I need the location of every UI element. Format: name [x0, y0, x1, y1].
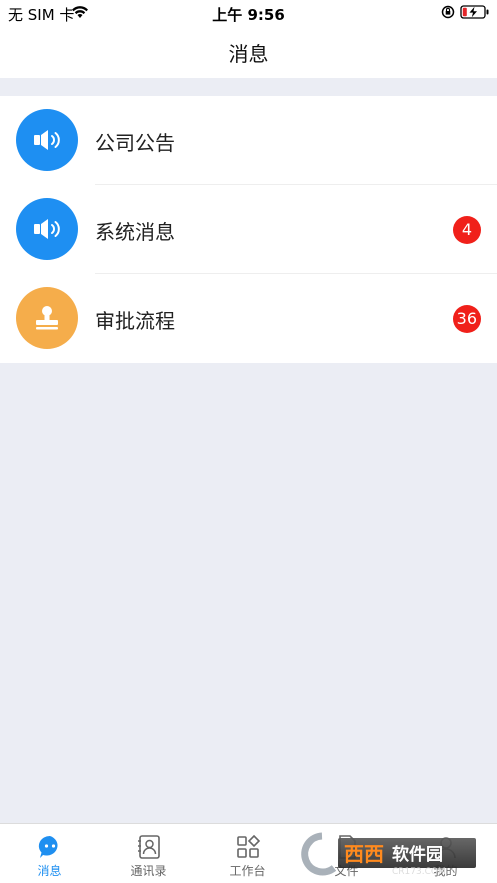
speaker-icon [16, 109, 78, 171]
tab-label: 通讯录 [130, 864, 167, 878]
contacts-icon [136, 834, 162, 860]
tab-workbench[interactable]: 工作台 [198, 824, 297, 883]
page-title: 消息 [228, 42, 269, 66]
message-list: 公司公告 系统消息 4 审批流程 36 [0, 96, 497, 363]
tab-contacts[interactable]: 通讯录 [99, 824, 198, 883]
battery-charging-icon [460, 5, 490, 23]
clock: 上午 9:56 [212, 6, 285, 24]
list-item-company-announcement[interactable]: 公司公告 [0, 96, 497, 185]
unread-badge: 36 [452, 305, 481, 333]
list-item-label: 公司公告 [95, 131, 175, 155]
list-item-system-messages[interactable]: 系统消息 4 [0, 185, 497, 274]
unread-badge: 4 [453, 216, 481, 244]
orientation-lock-icon [441, 5, 455, 23]
svg-text:西西: 西西 [344, 842, 384, 866]
section-gap [0, 78, 497, 96]
tab-label: 工作台 [229, 864, 266, 878]
stamp-icon [16, 287, 78, 349]
tab-label: 消息 [37, 864, 62, 878]
chat-icon [37, 834, 63, 860]
speaker-icon [16, 198, 78, 260]
status-bar: 无 SIM 卡 上午 9:56 [0, 0, 497, 26]
workbench-icon [235, 834, 261, 860]
svg-text:CR173.COM: CR173.COM [392, 867, 446, 877]
tab-messages[interactable]: 消息 [0, 824, 99, 883]
list-item-approval-process[interactable]: 审批流程 36 [0, 274, 497, 363]
watermark-logo: 西西 软件园 CR173.COM [300, 830, 480, 878]
navigation-bar: 消息 [0, 26, 497, 78]
list-item-label: 系统消息 [95, 220, 175, 244]
list-item-label: 审批流程 [95, 309, 175, 333]
svg-text:软件园: 软件园 [392, 844, 443, 865]
